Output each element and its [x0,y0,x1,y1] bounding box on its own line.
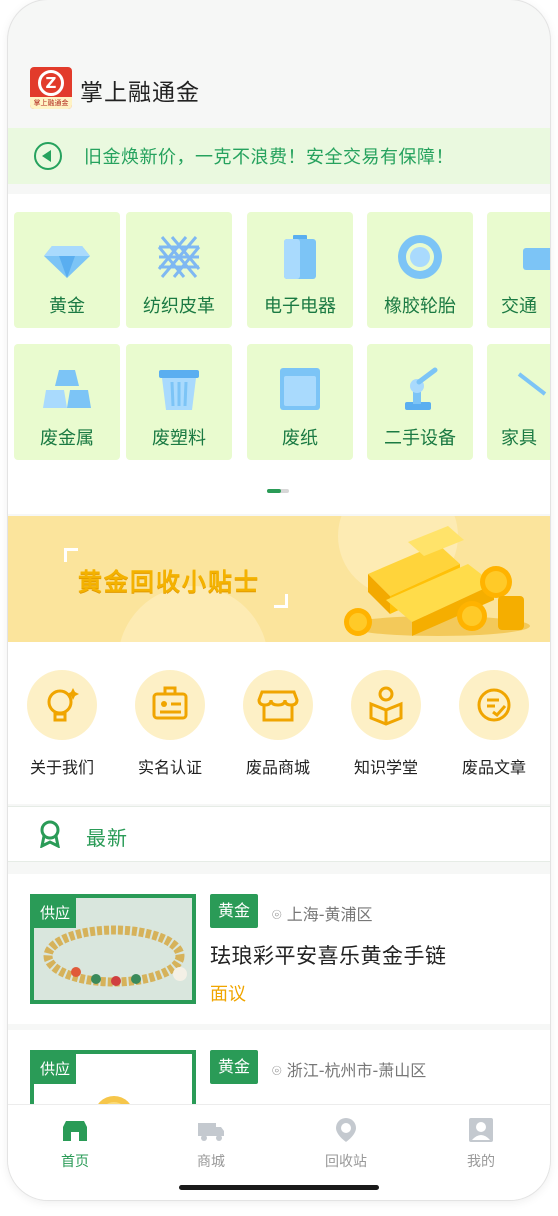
app-logo: Z 掌上融通金 [30,67,72,109]
category-label: 废纸 [282,428,318,449]
supply-tag: 供应 [34,1054,77,1084]
speaker-icon [34,142,62,170]
category-transport[interactable]: 交通 [487,212,550,328]
tab-profile[interactable]: 我的 [421,1117,541,1171]
category-textile[interactable]: 纺织皮革 [126,212,232,328]
category-label: 家具 [501,428,537,449]
notice-text: 旧金焕新价，一克不浪费！安全交易有保障！ [84,147,454,168]
quick-link-label: 关于我们 [29,758,94,777]
id-card-icon [152,686,188,720]
latest-section-header: 最新 [8,806,550,862]
tab-recycle[interactable]: 回收站 [286,1117,406,1171]
listing-thumbnail: 供应 [30,894,196,1004]
quick-link-label: 废品商城 [245,758,310,777]
logo-text: 掌上融通金 [30,97,72,109]
category-badge: 黄金 [210,894,258,928]
lightbulb-icon [47,688,79,722]
supply-tag: 供应 [34,898,77,928]
metal-ingots-icon [43,370,91,408]
category-furniture[interactable]: 家具 [487,344,550,460]
quick-link-verify[interactable]: 实名认证 [116,670,224,778]
quick-link-label: 知识学堂 [353,758,418,777]
listing-location: ⌾ 浙江-杭州市-萧山区 [272,1057,426,1081]
category-label: 橡胶轮胎 [384,296,456,317]
app-header: Z 掌上融通金 掌上融通金 [8,60,550,118]
phone-screen: Z 掌上融通金 掌上融通金 旧金焕新价，一克不浪费！安全交易有保障！ 黄金 纺织… [8,0,550,1200]
location-text: 浙江-杭州市-萧山区 [286,1061,427,1080]
category-paper[interactable]: 废纸 [247,344,353,460]
quick-link-knowledge[interactable]: 知识学堂 [332,670,440,778]
listing-price: 面议 [210,984,246,1005]
category-label: 交通 [501,296,537,317]
vehicle-icon [523,248,550,270]
recycle-location-icon [336,1118,356,1142]
category-label: 废塑料 [152,428,206,449]
diamond-icon [44,246,90,278]
category-label: 电子电器 [264,296,336,317]
category-label: 黄金 [49,296,85,317]
listing-title: 珐琅彩平安喜乐黄金手链 [210,944,447,968]
category-badge: 黄金 [210,1050,258,1084]
category-grid[interactable]: 黄金 纺织皮革 电子电器 橡胶轮胎 交通 废金属 废塑料 废纸 二手设备 家具 [8,194,550,514]
category-rubber[interactable]: 橡胶轮胎 [367,212,473,328]
tab-label: 我的 [467,1154,495,1170]
quick-link-label: 废品文章 [461,758,526,777]
battery-icon [284,235,316,279]
tab-label: 首页 [61,1154,89,1170]
notice-bar[interactable]: 旧金焕新价，一克不浪费！安全交易有保障！ [8,128,550,184]
furniture-icon [517,372,547,396]
app-title: 掌上融通金 [80,80,200,106]
profile-icon [469,1118,493,1142]
carousel-indicator [267,489,289,493]
quick-link-about[interactable]: 关于我们 [8,670,116,778]
listing-card[interactable]: 供应 黄金 ⌾ 上海-黄浦区 珐琅彩平安喜乐黄金手链 面议 [8,874,550,1024]
quick-link-label: 实名认证 [137,758,202,777]
tire-icon [398,235,442,279]
quick-links: 关于我们 实名认证 废品商城 知识学堂 废品文章 [8,642,550,804]
tab-label: 回收站 [325,1154,367,1170]
category-gold[interactable]: 黄金 [14,212,120,328]
category-metal[interactable]: 废金属 [14,344,120,460]
quick-link-store[interactable]: 废品商城 [224,670,332,778]
category-label: 纺织皮革 [143,296,215,317]
tab-home[interactable]: 首页 [15,1117,135,1171]
paper-icon [280,368,320,410]
category-equipment[interactable]: 二手设备 [367,344,473,460]
location-text: 上海-黄浦区 [286,905,373,924]
robot-arm-icon [405,367,438,410]
location-pin-icon: ⌾ [272,905,282,924]
tab-store[interactable]: 商城 [151,1117,271,1171]
category-electronics[interactable]: 电子电器 [247,212,353,328]
store-icon [257,690,299,722]
reading-icon [369,686,403,726]
category-label: 二手设备 [384,428,456,449]
promo-banner[interactable]: 黄金回收小贴士 [8,516,550,642]
home-indicator [179,1185,379,1190]
home-icon [63,1121,87,1141]
latest-label: 最新 [86,826,128,850]
listing-card[interactable]: 供应 黄金 ⌾ 浙江-杭州市-萧山区 [8,1030,550,1110]
location-pin-icon: ⌾ [272,1061,282,1080]
tab-label: 商城 [197,1154,225,1170]
fabric-icon [157,236,201,278]
category-plastic[interactable]: 废塑料 [126,344,232,460]
gold-bars-illustration [344,526,530,636]
banner-title: 黄金回收小贴士 [78,568,260,596]
listing-location: ⌾ 上海-黄浦区 [272,901,372,925]
truck-icon [198,1123,224,1141]
award-ribbon-icon [40,820,60,848]
plastic-bin-icon [159,370,199,410]
article-icon [477,688,511,722]
quick-link-articles[interactable]: 废品文章 [440,670,548,778]
category-label: 废金属 [40,428,94,449]
listing-thumbnail: 供应 [30,1050,196,1110]
